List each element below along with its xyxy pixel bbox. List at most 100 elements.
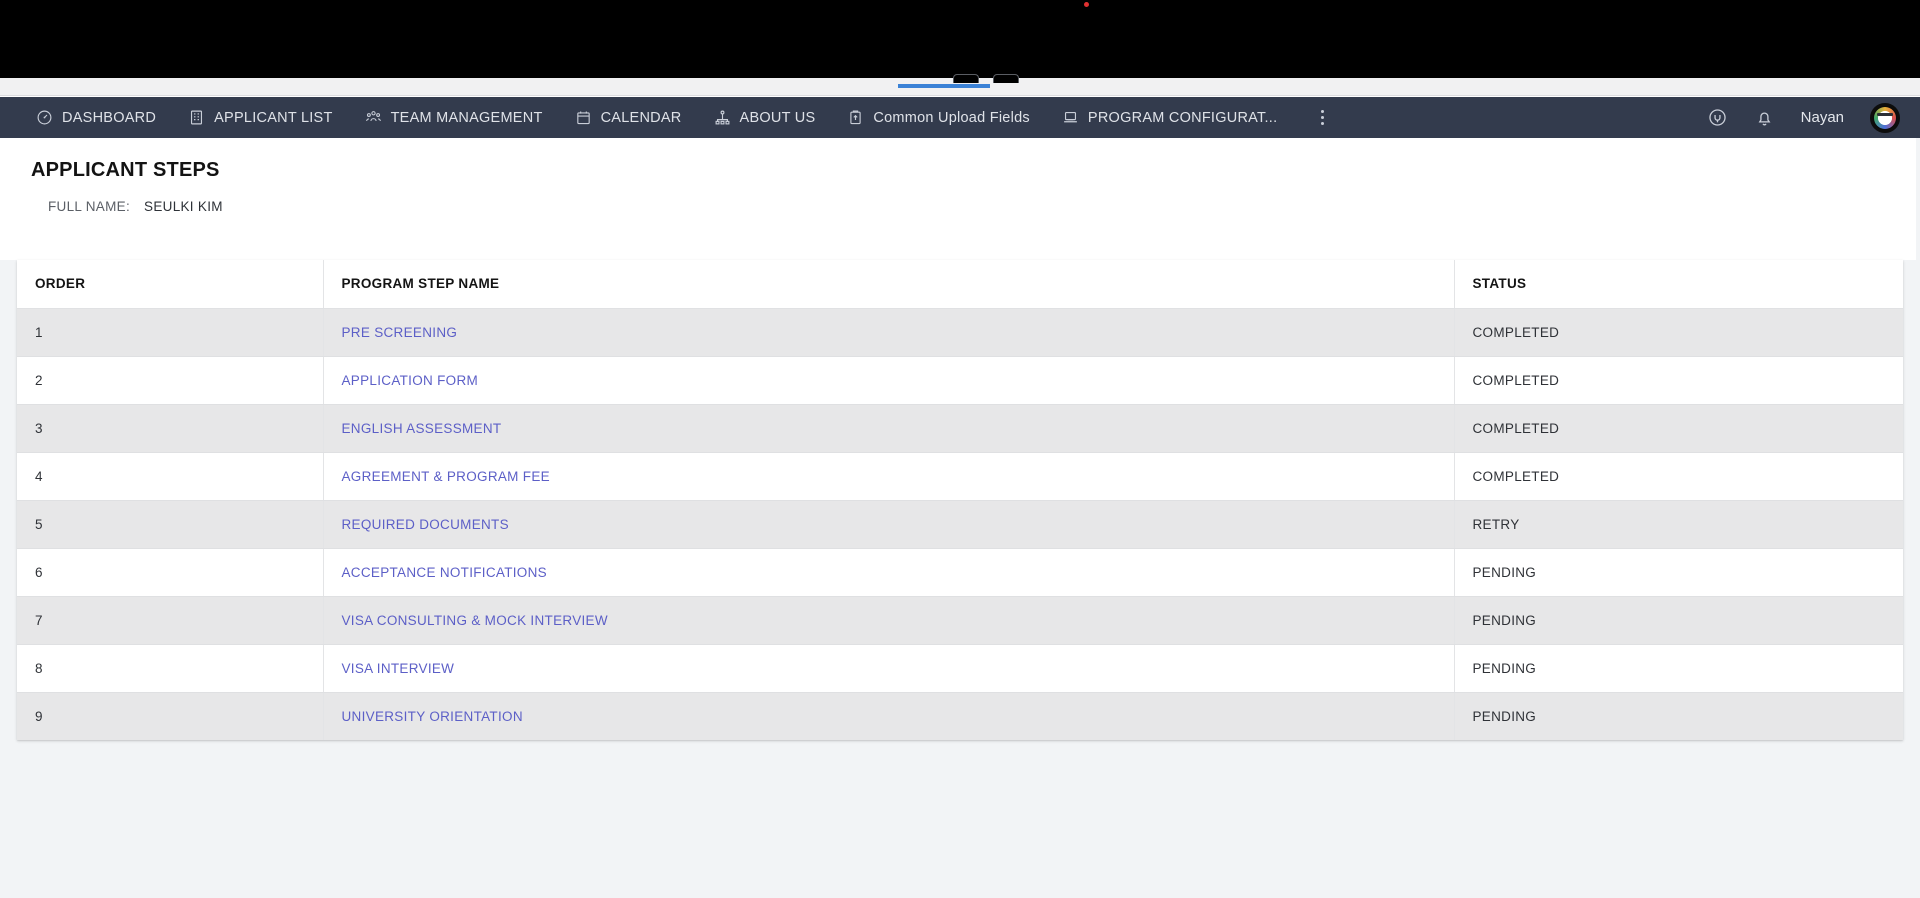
nav-item-applicant-list[interactable]: APPLICANT LIST — [188, 97, 332, 138]
notification-bell-icon[interactable] — [1754, 107, 1775, 128]
step-name-link[interactable]: AGREEMENT & PROGRAM FEE — [342, 469, 550, 484]
column-header-status[interactable]: STATUS — [1454, 260, 1903, 309]
page-title: APPLICANT STEPS — [31, 159, 220, 181]
table-row: 8 VISA INTERVIEW PENDING — [17, 644, 1903, 693]
cell-order: 3 — [17, 404, 324, 453]
cell-order: 2 — [17, 356, 324, 405]
table-row: 5 REQUIRED DOCUMENTS RETRY — [17, 500, 1903, 549]
status-badge: PENDING — [1472, 612, 1537, 628]
full-name-label: FULL NAME: — [48, 199, 131, 214]
cell-status: COMPLETED — [1454, 404, 1903, 453]
page-right-gutter — [1916, 138, 1920, 898]
column-header-step-name[interactable]: PROGRAM STEP NAME — [323, 260, 1455, 309]
step-name-link[interactable]: PRE SCREENING — [342, 325, 458, 340]
nav-item-label: APPLICANT LIST — [214, 109, 333, 126]
status-badge: COMPLETED — [1472, 324, 1560, 340]
cell-order: 1 — [17, 308, 324, 357]
step-name-link[interactable]: ENGLISH ASSESSMENT — [342, 421, 502, 436]
table-row: 2 APPLICATION FORM COMPLETED — [17, 356, 1903, 405]
table-body: 1 PRE SCREENING COMPLETED 2 APPLICATION FORM… — [17, 308, 1903, 740]
page-header-area — [0, 138, 1920, 260]
user-name-label[interactable]: Nayan — [1801, 109, 1844, 126]
status-badge: COMPLETED — [1472, 468, 1560, 484]
nav-item-label: Common Upload Fields — [873, 109, 1030, 126]
browser-tab-inactive-2[interactable] — [993, 74, 1019, 83]
table-row: 6 ACCEPTANCE NOTIFICATIONS PENDING — [17, 548, 1903, 597]
top-navigation-bar: DASHBOARD APPLICANT LIST TEAM MANAGEMENT — [0, 97, 1920, 138]
step-name-link[interactable]: UNIVERSITY ORIENTATION — [342, 709, 523, 724]
step-name-link[interactable]: VISA INTERVIEW — [342, 661, 455, 676]
nav-item-team-management[interactable]: TEAM MANAGEMENT — [365, 97, 543, 138]
cell-order: 4 — [17, 452, 324, 501]
nav-item-label: PROGRAM CONFIGURAT... — [1087, 109, 1278, 126]
status-badge: PENDING — [1472, 708, 1537, 724]
clipboard-upload-icon — [847, 109, 864, 126]
nav-item-calendar[interactable]: CALENDAR — [575, 97, 682, 138]
step-name-link[interactable]: REQUIRED DOCUMENTS — [342, 517, 509, 532]
status-badge: PENDING — [1472, 564, 1537, 580]
status-badge: COMPLETED — [1472, 372, 1560, 388]
cell-step-name: REQUIRED DOCUMENTS — [323, 500, 1455, 549]
cell-step-name: VISA INTERVIEW — [323, 644, 1455, 693]
step-name-link[interactable]: VISA CONSULTING & MOCK INTERVIEW — [342, 613, 608, 628]
page-background: APPLICANT STEPS FULL NAME: SEULKI KIM OR… — [0, 138, 1920, 898]
cell-status: PENDING — [1454, 548, 1903, 597]
status-badge: COMPLETED — [1472, 420, 1560, 436]
cell-status: RETRY — [1454, 500, 1903, 549]
cell-status: COMPLETED — [1454, 452, 1903, 501]
cell-status: COMPLETED — [1454, 356, 1903, 405]
page-content: APPLICANT STEPS FULL NAME: SEULKI KIM OR… — [0, 138, 1920, 898]
table-header-row: ORDER PROGRAM STEP NAME STATUS — [17, 260, 1903, 309]
applicant-steps-table: ORDER PROGRAM STEP NAME STATUS 1 PRE SCRE… — [17, 260, 1903, 740]
laptop-icon — [1062, 109, 1079, 126]
cell-order: 6 — [17, 548, 324, 597]
navbar-right-group: Nayan — [1707, 102, 1920, 133]
cell-step-name: VISA CONSULTING & MOCK INTERVIEW — [323, 596, 1455, 645]
column-header-order[interactable]: ORDER — [17, 260, 324, 309]
active-tab-underline — [898, 84, 990, 88]
nav-item-label: CALENDAR — [600, 109, 682, 126]
nav-item-label: ABOUT US — [739, 109, 816, 126]
org-chart-icon — [714, 109, 731, 126]
nav-item-about-us[interactable]: ABOUT US — [714, 97, 816, 138]
people-group-icon — [365, 109, 382, 126]
cell-step-name: ACCEPTANCE NOTIFICATIONS — [323, 548, 1455, 597]
nav-item-program-configuration[interactable]: PROGRAM CONFIGURAT... — [1062, 97, 1277, 138]
browser-chrome-bar — [0, 0, 1920, 78]
speedometer-icon — [36, 109, 53, 126]
table-row: 4 AGREEMENT & PROGRAM FEE COMPLETED — [17, 452, 1903, 501]
cell-status: PENDING — [1454, 692, 1903, 740]
cell-status: PENDING — [1454, 596, 1903, 645]
cell-order: 5 — [17, 500, 324, 549]
nav-item-label: TEAM MANAGEMENT — [390, 109, 543, 126]
cell-status: COMPLETED — [1454, 308, 1903, 357]
avatar[interactable] — [1870, 102, 1900, 133]
calendar-icon — [575, 109, 592, 126]
full-name-row: FULL NAME: SEULKI KIM — [48, 199, 223, 214]
cell-order: 7 — [17, 596, 324, 645]
browser-tab-inactive-1[interactable] — [953, 74, 979, 83]
nav-item-label: DASHBOARD — [62, 109, 157, 126]
full-name-value: SEULKI KIM — [144, 199, 223, 214]
cell-step-name: ENGLISH ASSESSMENT — [323, 404, 1455, 453]
table-row: 9 UNIVERSITY ORIENTATION PENDING — [17, 692, 1903, 740]
cell-order: 9 — [17, 692, 324, 740]
cell-status: PENDING — [1454, 644, 1903, 693]
step-name-link[interactable]: ACCEPTANCE NOTIFICATIONS — [342, 565, 547, 580]
status-badge: RETRY — [1472, 516, 1520, 532]
nav-item-common-upload-fields[interactable]: Common Upload Fields — [847, 97, 1030, 138]
cell-step-name: PRE SCREENING — [323, 308, 1455, 357]
cell-order: 8 — [17, 644, 324, 693]
table-header: ORDER PROGRAM STEP NAME STATUS — [17, 260, 1903, 309]
cell-step-name: APPLICATION FORM — [323, 356, 1455, 405]
nav-item-dashboard[interactable]: DASHBOARD — [36, 97, 156, 138]
table-row: 3 ENGLISH ASSESSMENT COMPLETED — [17, 404, 1903, 453]
kebab-menu-icon[interactable] — [1311, 97, 1333, 138]
applicant-steps-table-card: ORDER PROGRAM STEP NAME STATUS 1 PRE SCRE… — [17, 260, 1903, 740]
power-plug-icon[interactable] — [1707, 107, 1728, 128]
cell-step-name: UNIVERSITY ORIENTATION — [323, 692, 1455, 740]
step-name-link[interactable]: APPLICATION FORM — [342, 373, 479, 388]
cell-step-name: AGREEMENT & PROGRAM FEE — [323, 452, 1455, 501]
table-row: 7 VISA CONSULTING & MOCK INTERVIEW PENDING — [17, 596, 1903, 645]
recording-indicator-dot — [1084, 2, 1089, 7]
